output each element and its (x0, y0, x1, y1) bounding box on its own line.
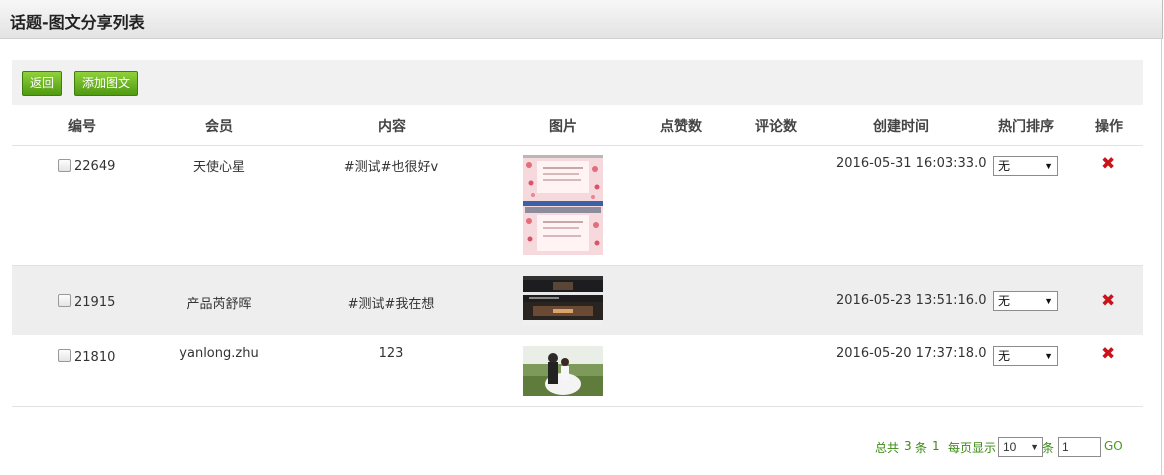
row-member: yanlong.zhu (179, 346, 259, 361)
table-bottom-divider (12, 406, 1143, 407)
col-header-hot-order: 热门排序 (998, 119, 1054, 135)
per-page-select[interactable]: 10 ▼ (998, 437, 1043, 457)
chevron-down-icon: ▼ (1030, 442, 1039, 452)
pager-current-page[interactable]: 1 (932, 439, 940, 453)
pager-total-count: 3 (904, 439, 912, 453)
hot-order-value: 无 (998, 349, 1011, 363)
page-number-input[interactable]: 1 (1058, 437, 1101, 457)
row-id: 21915 (74, 295, 116, 310)
row-id: 21810 (74, 350, 116, 365)
row-image-thumbnail[interactable] (523, 346, 603, 396)
pager-total-unit: 条 (915, 441, 928, 455)
toolbar: 返回 添加图文 (12, 60, 1143, 105)
row-checkbox[interactable] (58, 159, 71, 172)
row-member: 产品芮舒晖 (186, 297, 252, 312)
col-header-created: 创建时间 (873, 119, 929, 135)
delete-x-icon[interactable]: ✖ (1101, 292, 1115, 309)
row-content: #测试#我在想 (347, 297, 435, 312)
row-checkbox[interactable] (58, 294, 71, 307)
delete-x-icon[interactable]: ✖ (1101, 345, 1115, 362)
hot-order-select[interactable]: 无 ▼ (993, 346, 1058, 366)
row-id: 22649 (74, 159, 116, 174)
row-created-time: 2016-05-20 17:37:18.0 (836, 346, 987, 361)
chevron-down-icon: ▼ (1044, 351, 1053, 361)
col-header-image: 图片 (549, 119, 577, 135)
row-created-time: 2016-05-23 13:51:16.0 (836, 293, 987, 308)
chevron-down-icon: ▼ (1044, 296, 1053, 306)
hot-order-select[interactable]: 无 ▼ (993, 156, 1058, 176)
pager-per-page-unit: 条 (1042, 441, 1055, 455)
row-image-thumbnail[interactable] (523, 276, 603, 326)
back-button[interactable]: 返回 (22, 71, 63, 96)
pager-per-page-label: 每页显示 (948, 441, 997, 455)
row-created-time: 2016-05-31 16:03:33.0 (836, 156, 987, 171)
per-page-value: 10 (1003, 440, 1017, 454)
right-border (1161, 38, 1162, 475)
title-bar: 话题-图文分享列表 (0, 0, 1163, 39)
col-header-likes: 点赞数 (660, 119, 702, 135)
col-header-comments: 评论数 (755, 119, 797, 135)
pager-total-prefix: 总共 (875, 441, 900, 455)
wedding-photo-image (523, 346, 603, 396)
col-header-member: 会员 (205, 119, 233, 135)
row-checkbox[interactable] (58, 349, 71, 362)
go-button[interactable]: GO (1104, 439, 1123, 453)
row-content: #测试#也很好v (343, 160, 439, 175)
delete-x-icon[interactable]: ✖ (1101, 155, 1115, 172)
col-header-actions: 操作 (1095, 119, 1123, 135)
chevron-down-icon: ▼ (1044, 161, 1053, 171)
row-member: 天使心星 (192, 160, 245, 175)
pink-hearts-screenshot-image (523, 155, 603, 255)
page-title: 话题-图文分享列表 (10, 13, 145, 32)
hot-order-value: 无 (998, 159, 1011, 173)
row-image-thumbnail[interactable] (523, 155, 603, 255)
col-header-id: 编号 (68, 119, 96, 135)
row-content: 123 (378, 346, 404, 361)
hot-order-value: 无 (998, 294, 1011, 308)
dark-webpage-screenshot-image (523, 276, 603, 326)
add-post-button[interactable]: 添加图文 (74, 71, 139, 96)
col-header-content: 内容 (378, 119, 406, 135)
hot-order-select[interactable]: 无 ▼ (993, 291, 1058, 311)
